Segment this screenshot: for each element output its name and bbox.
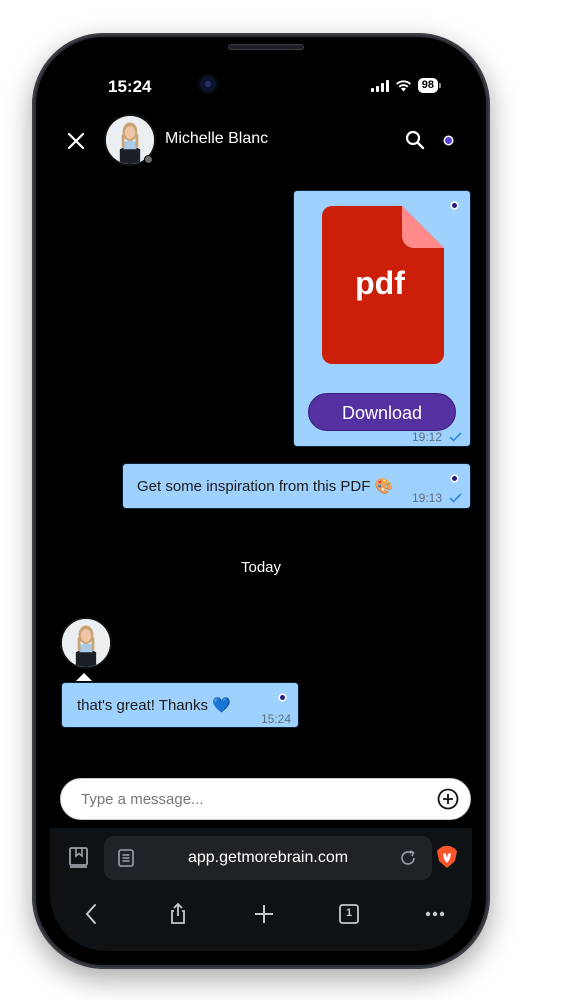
battery-indicator: 98: [417, 78, 442, 93]
pdf-file-label: pdf: [355, 265, 405, 301]
message-options-dot-icon[interactable]: [280, 695, 285, 700]
message-text-incoming[interactable]: that's great! Thanks 💙 15:24: [61, 682, 299, 728]
screen: 15:24 98 Michelle Blanc pdf Download 19:…: [50, 51, 472, 951]
person-photo-icon: [62, 619, 110, 667]
message-input[interactable]: [81, 779, 421, 819]
message-composer: [60, 778, 471, 820]
contact-name[interactable]: Michelle Blanc: [165, 130, 268, 148]
menu-dot-icon[interactable]: [445, 137, 452, 144]
message-options-dot-icon[interactable]: [452, 203, 457, 208]
message-timestamp: 19:13: [412, 491, 443, 505]
read-check-icon: [449, 432, 462, 442]
phone-bezel: 15:24 98 Michelle Blanc pdf Download 19:…: [36, 37, 486, 965]
front-camera: [200, 76, 216, 92]
download-button[interactable]: Download: [308, 393, 456, 431]
pdf-file-icon: pdf: [322, 206, 444, 364]
sender-avatar[interactable]: [60, 617, 112, 669]
status-icons: 98: [370, 78, 442, 93]
message-timestamp: 19:12: [412, 430, 443, 444]
add-attachment-icon[interactable]: [437, 788, 459, 810]
browser-toolbar: app.getmorebrain.com 1: [50, 828, 472, 951]
chat-header: Michelle Blanc: [50, 113, 472, 169]
bookmarks-icon[interactable]: [68, 846, 90, 870]
cellular-signal-icon: [370, 79, 389, 92]
message-timestamp: 15:24: [261, 712, 292, 726]
browser-nav-row: 1: [50, 890, 472, 938]
earpiece: [228, 44, 304, 50]
message-text: Get some inspiration from this PDF 🎨: [137, 478, 394, 495]
message-text-outgoing[interactable]: Get some inspiration from this PDF 🎨 19:…: [122, 463, 471, 509]
bubble-tail: [76, 673, 92, 681]
back-icon[interactable]: [80, 902, 104, 926]
wifi-icon: [395, 80, 411, 92]
presence-indicator: [144, 155, 153, 164]
message-text: that's great! Thanks 💙: [77, 697, 231, 714]
more-options-icon[interactable]: [423, 902, 447, 926]
new-tab-icon[interactable]: [252, 902, 276, 926]
brave-shields-icon[interactable]: [436, 845, 458, 869]
search-icon[interactable]: [404, 129, 426, 151]
message-file-outgoing[interactable]: pdf Download 19:12: [293, 190, 471, 447]
tabs-button[interactable]: 1: [337, 902, 361, 926]
reload-icon[interactable]: [398, 848, 418, 868]
url-text[interactable]: app.getmorebrain.com: [104, 849, 432, 867]
date-separator: Today: [240, 559, 282, 576]
tab-count: 1: [345, 907, 353, 919]
read-check-icon: [449, 493, 462, 503]
close-icon[interactable]: [64, 129, 88, 153]
status-time: 15:24: [108, 77, 152, 96]
share-icon[interactable]: [166, 902, 190, 926]
message-options-dot-icon[interactable]: [452, 476, 457, 481]
phone-frame: 15:24 98 Michelle Blanc pdf Download 19:…: [32, 33, 490, 969]
address-bar[interactable]: app.getmorebrain.com: [104, 836, 432, 880]
